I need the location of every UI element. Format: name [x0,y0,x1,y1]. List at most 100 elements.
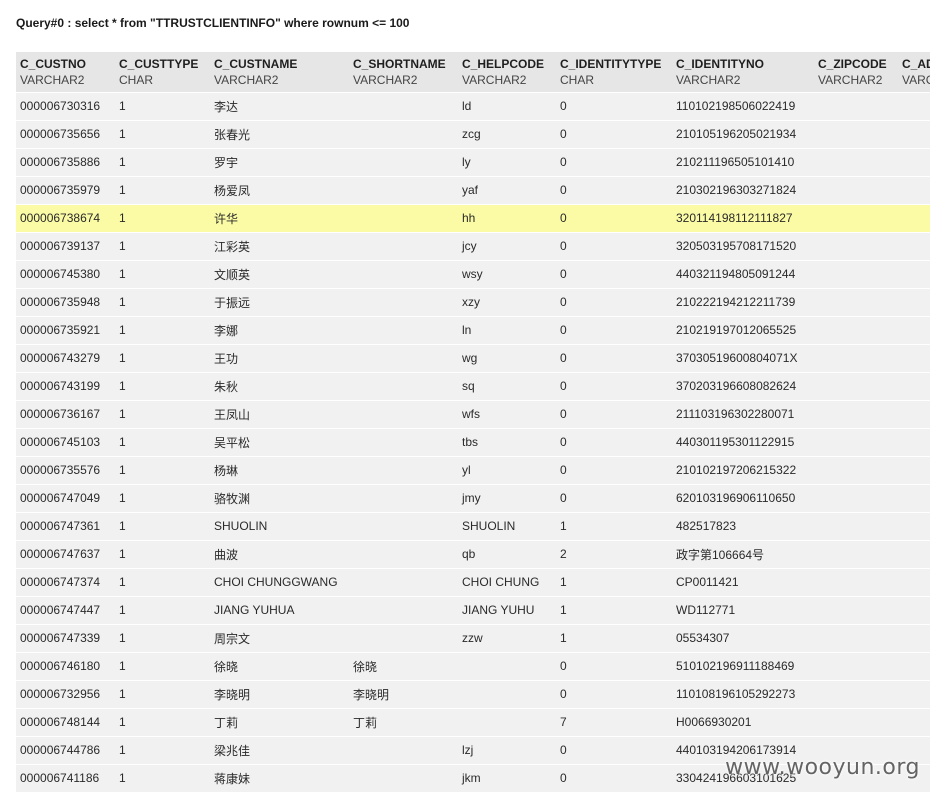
table-cell [458,708,556,737]
table-row[interactable]: 000006747339 1 周宗文 zzw 1 05534307 [16,624,930,653]
table-row[interactable]: 000006743199 1 朱秋 sq 0 370203196608082624 [16,372,930,401]
table-row[interactable]: 000006747637 1 曲波 qb 2 政字第106664号 [16,540,930,569]
table-cell: 000006735921 [16,316,115,345]
column-name: C_IDENTITYNO [676,56,765,71]
table-cell: 000006741186 [16,764,115,793]
table-row[interactable]: 000006736167 1 王凤山 wfs 0 211103196302280071 [16,400,930,429]
table-row[interactable]: 000006747049 1 骆牧渊 jmy 0 620103196906110650 [16,484,930,513]
table-cell: 1 [115,400,210,429]
result-grid: C_CUSTNO VARCHAR2 C_CUSTTYPE CHAR C_CUSTNAME… [16,52,930,793]
table-cell [349,512,458,541]
table-row[interactable]: 000006735979 1 杨爱凤 yaf 0 210302196303271824 [16,176,930,205]
table-cell [349,400,458,429]
table-row[interactable]: 000006738674 1 许华 hh 0 320114198112111827 [16,204,930,233]
table-cell: 1 [115,120,210,149]
table-cell: 王功 [210,344,349,373]
table-cell [349,596,458,625]
table-cell [814,456,898,485]
table-cell [814,316,898,345]
column-type: VARCHAR2 [462,72,527,87]
table-cell [349,204,458,233]
table-cell: SHUOLIN [458,512,556,541]
column-header-c-custno[interactable]: C_CUSTNO VARCHAR2 [16,52,115,92]
table-row[interactable]: 000006746180 1 徐晓 徐晓 0 510102196911188469 [16,652,930,681]
table-cell [898,204,930,233]
table-row[interactable]: 000006735948 1 于振远 xzy 0 210222194212211739 [16,288,930,317]
table-cell: 000006743279 [16,344,115,373]
table-cell: 000006735656 [16,120,115,149]
table-row[interactable]: 000006739137 1 江彩英 jcy 0 320503195708171520 [16,232,930,261]
table-cell: JIANG YUHUA [210,596,349,625]
table-row[interactable]: 000006745103 1 吴平松 tbs 0 440301195301122915 [16,428,930,457]
table-cell: ld [458,92,556,121]
table-cell: 1 [115,316,210,345]
table-cell [898,568,930,597]
table-cell: 1 [115,708,210,737]
table-row[interactable]: 000006735656 1 张春光 zcg 0 210105196205021934 [16,120,930,149]
table-cell: zcg [458,120,556,149]
table-cell: 1 [115,484,210,513]
table-cell: 0 [556,176,672,205]
column-header-c-helpcode[interactable]: C_HELPCODE VARCHAR2 [458,52,556,92]
column-name: C_CUSTTYPE [119,56,199,71]
column-header-c-identityno[interactable]: C_IDENTITYNO VARCHAR2 [672,52,814,92]
column-header-c-ad[interactable]: C_ADVARC [898,52,930,92]
table-row[interactable]: 000006735576 1 杨琳 yl 0 210102197206215322 [16,456,930,485]
table-cell [349,120,458,149]
table-cell [349,764,458,793]
table-cell [814,260,898,289]
table-cell: 320114198112111827 [672,204,814,233]
table-row[interactable]: 000006745380 1 文顺英 wsy 0 440321194805091244 [16,260,930,289]
table-cell: 110108196105292273 [672,680,814,709]
table-cell: 0 [556,484,672,513]
column-name: C_HELPCODE [462,56,545,71]
table-cell [898,652,930,681]
table-cell: wsy [458,260,556,289]
table-cell: wg [458,344,556,373]
table-cell [898,232,930,261]
table-cell: 000006736167 [16,400,115,429]
table-cell: 1 [115,736,210,765]
table-cell: 0 [556,204,672,233]
table-row[interactable]: 000006743279 1 王功 wg 0 37030519600804071X [16,344,930,373]
table-cell: 曲波 [210,540,349,569]
column-header-c-identitytype[interactable]: C_IDENTITYTYPE CHAR [556,52,672,92]
table-cell: 1 [115,148,210,177]
table-row[interactable]: 000006747447 1 JIANG YUHUA JIANG YUHU 1 WD112… [16,596,930,625]
table-row[interactable]: 000006748144 1 丁莉 丁莉 7 H0066930201 [16,708,930,737]
table-cell [898,400,930,429]
table-cell [898,176,930,205]
table-cell: 000006747374 [16,568,115,597]
table-cell: 440301195301122915 [672,428,814,457]
table-header: C_CUSTNO VARCHAR2 C_CUSTTYPE CHAR C_CUSTNAME… [16,52,930,92]
table-cell: CHOI CHUNGGWANG [210,568,349,597]
column-header-c-custtype[interactable]: C_CUSTTYPE CHAR [115,52,210,92]
table-cell [458,652,556,681]
table-cell: 朱秋 [210,372,349,401]
table-cell [458,680,556,709]
table-cell: jkm [458,764,556,793]
column-type: VARCHAR2 [353,72,418,87]
query-result-page: Query#0 : select * from "TTRUSTCLIENTINF… [0,0,930,794]
table-row[interactable]: 000006735921 1 李娜 ln 0 210219197012065525 [16,316,930,345]
column-header-c-shortname[interactable]: C_SHORTNAME VARCHAR2 [349,52,458,92]
table-cell: 0 [556,120,672,149]
table-cell: 0 [556,232,672,261]
table-cell [898,708,930,737]
table-cell: 0 [556,92,672,121]
column-header-c-zipcode[interactable]: C_ZIPCODE VARCHAR2 [814,52,898,92]
column-header-c-custname[interactable]: C_CUSTNAME VARCHAR2 [210,52,349,92]
header-row: C_CUSTNO VARCHAR2 C_CUSTTYPE CHAR C_CUSTNAME… [16,52,930,92]
table-row[interactable]: 000006732956 1 李晓明 李晓明 0 110108196105292273 [16,680,930,709]
table-cell: 1 [115,568,210,597]
table-cell: 文顺英 [210,260,349,289]
table-cell: CHOI CHUNG [458,568,556,597]
table-row[interactable]: 000006747374 1 CHOI CHUNGGWANG CHOI CHUNG 1 C… [16,568,930,597]
table-row[interactable]: 000006747361 1 SHUOLIN SHUOLIN 1 482517823 [16,512,930,541]
table-row[interactable]: 000006730316 1 李达 ld 0 110102198506022419 [16,92,930,121]
table-cell: 000006730316 [16,92,115,121]
table-cell: 37030519600804071X [672,344,814,373]
table-row[interactable]: 000006735886 1 罗宇 ly 0 210211196505101410 [16,148,930,177]
table-cell: 1 [115,428,210,457]
table-cell [349,260,458,289]
